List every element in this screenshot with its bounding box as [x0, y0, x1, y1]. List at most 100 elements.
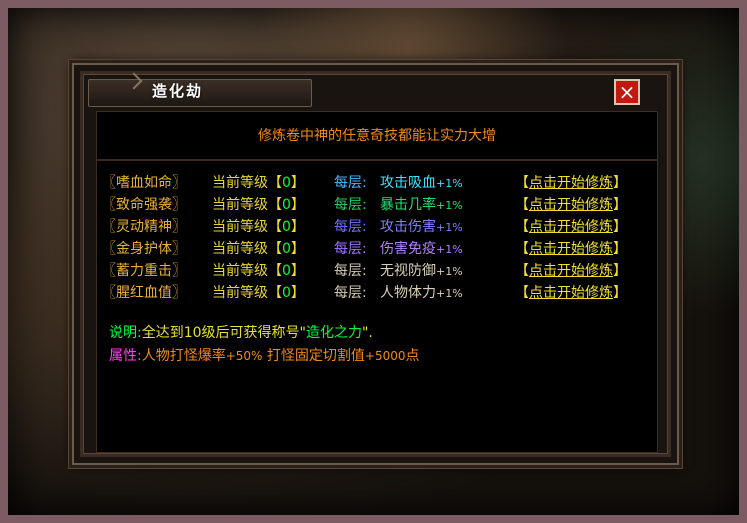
- divider: [97, 159, 657, 161]
- level-label: 当前等级: [212, 241, 268, 257]
- action-open: 【: [515, 241, 529, 257]
- skill-row: 〖金身护体〗 当前等级【0】 每层: 伤害免疫+1% 【点击开始修炼】: [97, 235, 657, 257]
- start-training-link[interactable]: 点击开始修炼: [529, 241, 613, 257]
- level-close: 】: [290, 219, 305, 235]
- close-icon: ×: [618, 80, 636, 104]
- level-close: 】: [290, 263, 305, 279]
- start-training-link[interactable]: 点击开始修炼: [529, 285, 613, 301]
- skill-effect: 人物体力+1%: [380, 282, 463, 302]
- level-close: 】: [290, 241, 305, 257]
- train-action: 【点击开始修炼】: [515, 172, 627, 192]
- skill-level: 当前等级【0】: [212, 194, 305, 214]
- action-open: 【: [515, 197, 529, 213]
- action-close: 】: [613, 219, 627, 235]
- skill-level: 当前等级【0】: [212, 172, 305, 192]
- skill-name: 〖灵动精神〗: [102, 219, 186, 235]
- level-label: 当前等级: [212, 197, 268, 213]
- skill-level: 当前等级【0】: [212, 260, 305, 280]
- level-open: 【: [268, 197, 282, 213]
- start-training-link[interactable]: 点击开始修炼: [529, 219, 613, 235]
- cultivation-dialog: 造化劫 × 修炼卷中神的任意奇技都能让实力大增 〖嗜血如命〗 当前等级【0】 每层:…: [72, 63, 679, 465]
- effect-bonus: +1%: [436, 287, 463, 300]
- skill-effect: 伤害免疫+1%: [380, 238, 463, 258]
- skill-level: 当前等级【0】: [212, 216, 305, 236]
- level-open: 【: [268, 219, 282, 235]
- effect-text: 攻击吸血: [380, 175, 436, 191]
- per-level-label: 每层:: [334, 175, 367, 191]
- effect-text: 伤害免疫: [380, 241, 436, 257]
- skill-level: 当前等级【0】: [212, 238, 305, 258]
- level-label: 当前等级: [212, 285, 268, 301]
- level-value: 0: [282, 263, 291, 279]
- attribute-value-1: +50%: [225, 349, 263, 363]
- action-close: 】: [613, 197, 627, 213]
- effect-text: 人物体力: [380, 285, 436, 301]
- per-level-label: 每层:: [334, 197, 367, 213]
- skill-name: 〖致命强袭〗: [102, 197, 186, 213]
- per-level-label: 每层:: [334, 219, 367, 235]
- effect-text: 攻击伤害: [380, 219, 436, 235]
- level-value: 0: [282, 175, 291, 191]
- action-open: 【: [515, 219, 529, 235]
- attribute-line: 属性:人物打怪爆率+50% 打怪固定切割值+5000点: [109, 345, 420, 365]
- skill-row: 〖灵动精神〗 当前等级【0】 每层: 攻击伤害+1% 【点击开始修炼】: [97, 213, 657, 235]
- attribute-label: 属性:: [109, 348, 142, 364]
- attribute-value-2: +5000: [364, 349, 406, 363]
- attribute-text-1: 人物打怪爆率: [141, 348, 226, 364]
- action-open: 【: [515, 175, 529, 191]
- action-close: 】: [613, 241, 627, 257]
- skill-row: 〖嗜血如命〗 当前等级【0】 每层: 攻击吸血+1% 【点击开始修炼】: [97, 169, 657, 191]
- skill-effect: 攻击吸血+1%: [380, 172, 463, 192]
- skill-row: 〖致命强袭〗 当前等级【0】 每层: 暴击几率+1% 【点击开始修炼】: [97, 191, 657, 213]
- skill-name: 〖金身护体〗: [102, 241, 186, 257]
- action-open: 【: [515, 263, 529, 279]
- level-open: 【: [268, 285, 282, 301]
- action-close: 】: [613, 263, 627, 279]
- description-line: 说明:全达到10级后可获得称号"造化之力".: [109, 322, 373, 342]
- attribute-text-2: 打怪固定切割值: [262, 348, 365, 364]
- dialog-heading: 修炼卷中神的任意奇技都能让实力大增: [258, 128, 496, 144]
- start-training-link[interactable]: 点击开始修炼: [529, 175, 613, 191]
- skill-name: 〖蓄力重击〗: [102, 263, 186, 279]
- action-open: 【: [515, 285, 529, 301]
- train-action: 【点击开始修炼】: [515, 260, 627, 280]
- level-close: 】: [290, 175, 305, 191]
- skill-level: 当前等级【0】: [212, 282, 305, 302]
- level-open: 【: [268, 263, 282, 279]
- level-close: 】: [290, 285, 305, 301]
- skill-row: 〖蓄力重击〗 当前等级【0】 每层: 无视防御+1% 【点击开始修炼】: [97, 257, 657, 279]
- per-level-label: 每层:: [334, 263, 367, 279]
- level-value: 0: [282, 219, 291, 235]
- level-open: 【: [268, 175, 282, 191]
- skill-row: 〖腥红血值〗 当前等级【0】 每层: 人物体力+1% 【点击开始修炼】: [97, 279, 657, 301]
- effect-bonus: +1%: [436, 177, 463, 190]
- close-button[interactable]: ×: [614, 79, 640, 105]
- train-action: 【点击开始修炼】: [515, 282, 627, 302]
- effect-bonus: +1%: [436, 243, 463, 256]
- effect-bonus: +1%: [436, 199, 463, 212]
- attribute-text-3: 点: [405, 348, 420, 364]
- dialog-title: 造化劫: [152, 82, 204, 100]
- description-end: ".: [361, 325, 373, 341]
- start-training-link[interactable]: 点击开始修炼: [529, 263, 613, 279]
- effect-bonus: +1%: [436, 221, 463, 234]
- action-close: 】: [613, 175, 627, 191]
- dialog-content: 修炼卷中神的任意奇技都能让实力大增 〖嗜血如命〗 当前等级【0】 每层: 攻击吸血+1…: [96, 111, 658, 453]
- level-value: 0: [282, 197, 291, 213]
- train-action: 【点击开始修炼】: [515, 216, 627, 236]
- level-label: 当前等级: [212, 175, 268, 191]
- effect-text: 无视防御: [380, 263, 436, 279]
- skill-effect: 无视防御+1%: [380, 260, 463, 280]
- description-text: 全达到10级后可获得称号": [141, 325, 306, 341]
- level-close: 】: [290, 197, 305, 213]
- level-label: 当前等级: [212, 263, 268, 279]
- skill-effect: 暴击几率+1%: [380, 194, 463, 214]
- level-label: 当前等级: [212, 219, 268, 235]
- effect-bonus: +1%: [436, 265, 463, 278]
- effect-text: 暴击几率: [380, 197, 436, 213]
- start-training-link[interactable]: 点击开始修炼: [529, 197, 613, 213]
- per-level-label: 每层:: [334, 285, 367, 301]
- skill-name: 〖嗜血如命〗: [102, 175, 186, 191]
- train-action: 【点击开始修炼】: [515, 238, 627, 258]
- level-value: 0: [282, 285, 291, 301]
